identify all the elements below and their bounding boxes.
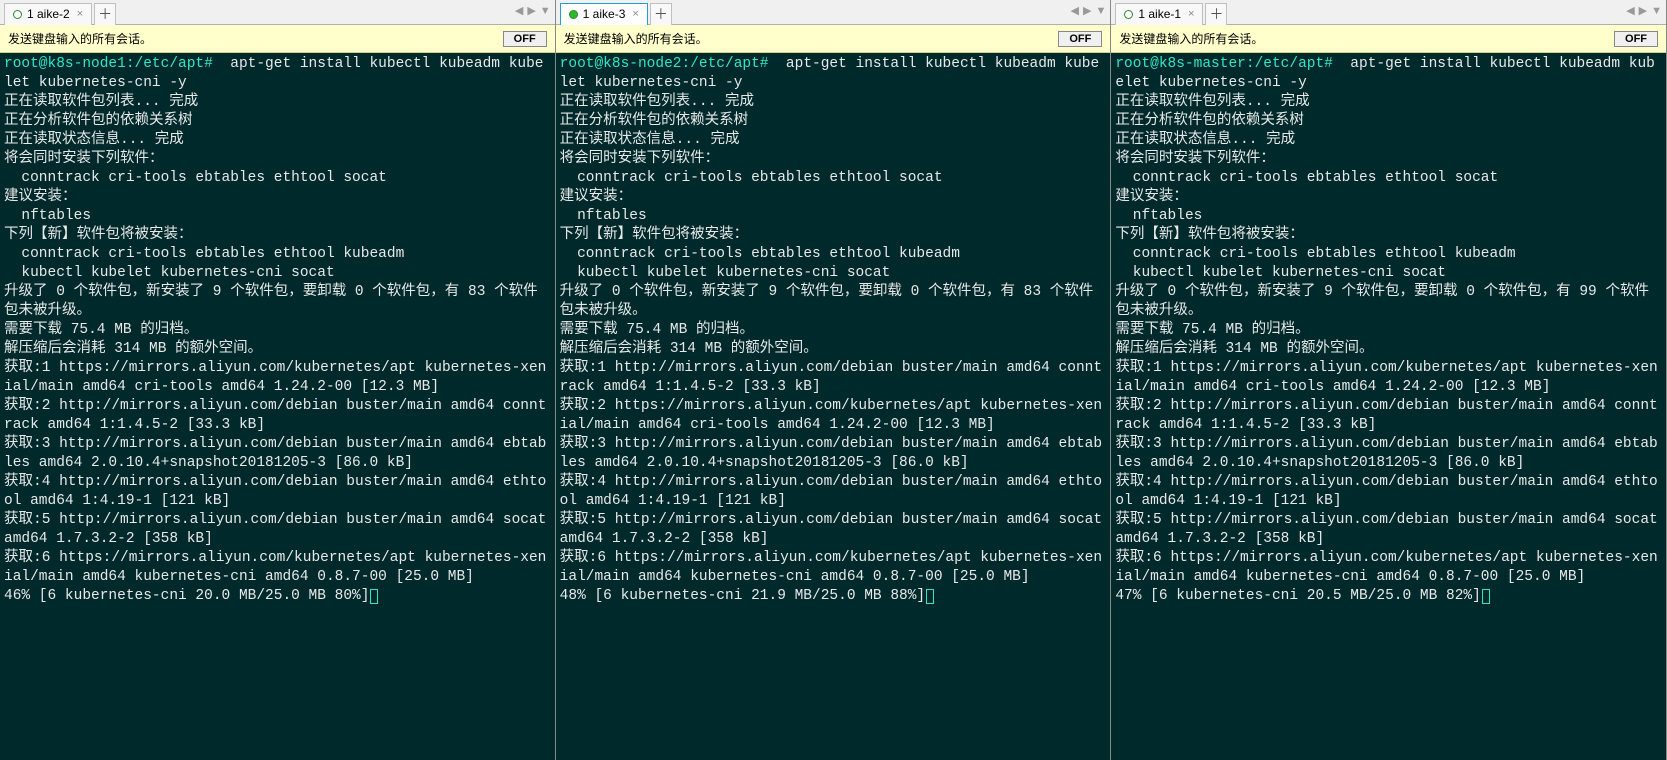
nav-dropdown-icon[interactable]: ▼	[1095, 5, 1106, 17]
shell-prompt: root@k8s-master:/etc/apt#	[1115, 56, 1333, 72]
tab-nav: ◀ ▶ ▼	[1071, 4, 1107, 17]
broadcast-bar: 发送键盘输入的所有会话。 OFF	[556, 25, 1111, 53]
shell-prompt: root@k8s-node1:/etc/apt#	[4, 56, 213, 72]
download-progress: 48% [6 kubernetes-cni 21.9 MB/25.0 MB 88…	[560, 588, 925, 604]
status-dot-icon	[1124, 10, 1133, 19]
close-icon[interactable]: ×	[632, 8, 638, 20]
nav-prev-icon[interactable]: ◀	[1626, 4, 1634, 17]
broadcast-bar: 发送键盘输入的所有会话。 OFF	[0, 25, 555, 53]
terminal-output[interactable]: root@k8s-node1:/etc/apt# apt-get install…	[0, 53, 555, 760]
broadcast-bar: 发送键盘输入的所有会话。 OFF	[1111, 25, 1666, 53]
cursor-icon	[1482, 589, 1490, 604]
close-icon[interactable]: ×	[1188, 8, 1194, 20]
tab-bar: 1 aike-2 × ＋ ◀ ▶ ▼	[0, 0, 555, 25]
broadcast-toggle-button[interactable]: OFF	[1058, 31, 1102, 47]
shell-prompt: root@k8s-node2:/etc/apt#	[560, 56, 769, 72]
status-dot-icon	[569, 10, 578, 19]
tab-bar: 1 aike-3 × ＋ ◀ ▶ ▼	[556, 0, 1111, 25]
nav-next-icon[interactable]: ▶	[1083, 4, 1091, 17]
nav-dropdown-icon[interactable]: ▼	[540, 5, 551, 17]
tab-label: 1 aike-1	[1138, 7, 1181, 21]
nav-dropdown-icon[interactable]: ▼	[1651, 5, 1662, 17]
terminal-output[interactable]: root@k8s-master:/etc/apt# apt-get instal…	[1111, 53, 1666, 760]
tab-label: 1 aike-3	[583, 7, 626, 21]
session-tab[interactable]: 1 aike-2 ×	[4, 3, 92, 25]
nav-next-icon[interactable]: ▶	[527, 4, 535, 17]
nav-prev-icon[interactable]: ◀	[1071, 4, 1079, 17]
close-icon[interactable]: ×	[77, 8, 83, 20]
nav-prev-icon[interactable]: ◀	[515, 4, 523, 17]
broadcast-label: 发送键盘输入的所有会话。	[1119, 30, 1263, 47]
tab-label: 1 aike-2	[27, 7, 70, 21]
download-progress: 47% [6 kubernetes-cni 20.5 MB/25.0 MB 82…	[1115, 588, 1480, 604]
session-tab[interactable]: 1 aike-3 ×	[560, 3, 648, 25]
broadcast-toggle-button[interactable]: OFF	[503, 31, 547, 47]
tab-nav: ◀ ▶ ▼	[1626, 4, 1662, 17]
tab-bar: 1 aike-1 × ＋ ◀ ▶ ▼	[1111, 0, 1666, 25]
terminal-output[interactable]: root@k8s-node2:/etc/apt# apt-get install…	[556, 53, 1111, 760]
add-tab-button[interactable]: ＋	[1205, 3, 1227, 25]
terminal-body: 正在读取软件包列表... 完成 正在分析软件包的依赖关系树 正在读取状态信息..…	[1115, 94, 1666, 585]
cursor-icon	[370, 589, 378, 604]
terminal-pane-1: 1 aike-2 × ＋ ◀ ▶ ▼ 发送键盘输入的所有会话。 OFF root…	[0, 0, 556, 760]
session-tab[interactable]: 1 aike-1 ×	[1115, 3, 1203, 25]
broadcast-label: 发送键盘输入的所有会话。	[564, 30, 708, 47]
cursor-icon	[926, 589, 934, 604]
terminal-body: 正在读取软件包列表... 完成 正在分析软件包的依赖关系树 正在读取状态信息..…	[4, 94, 555, 585]
status-dot-icon	[13, 10, 22, 19]
add-tab-button[interactable]: ＋	[94, 3, 116, 25]
terminal-pane-2: 1 aike-3 × ＋ ◀ ▶ ▼ 发送键盘输入的所有会话。 OFF root…	[556, 0, 1112, 760]
tab-nav: ◀ ▶ ▼	[515, 4, 551, 17]
add-tab-button[interactable]: ＋	[650, 3, 672, 25]
broadcast-toggle-button[interactable]: OFF	[1614, 31, 1658, 47]
download-progress: 46% [6 kubernetes-cni 20.0 MB/25.0 MB 80…	[4, 588, 369, 604]
broadcast-label: 发送键盘输入的所有会话。	[8, 30, 152, 47]
terminal-pane-3: 1 aike-1 × ＋ ◀ ▶ ▼ 发送键盘输入的所有会话。 OFF root…	[1111, 0, 1667, 760]
nav-next-icon[interactable]: ▶	[1639, 4, 1647, 17]
terminal-body: 正在读取软件包列表... 完成 正在分析软件包的依赖关系树 正在读取状态信息..…	[560, 94, 1111, 585]
